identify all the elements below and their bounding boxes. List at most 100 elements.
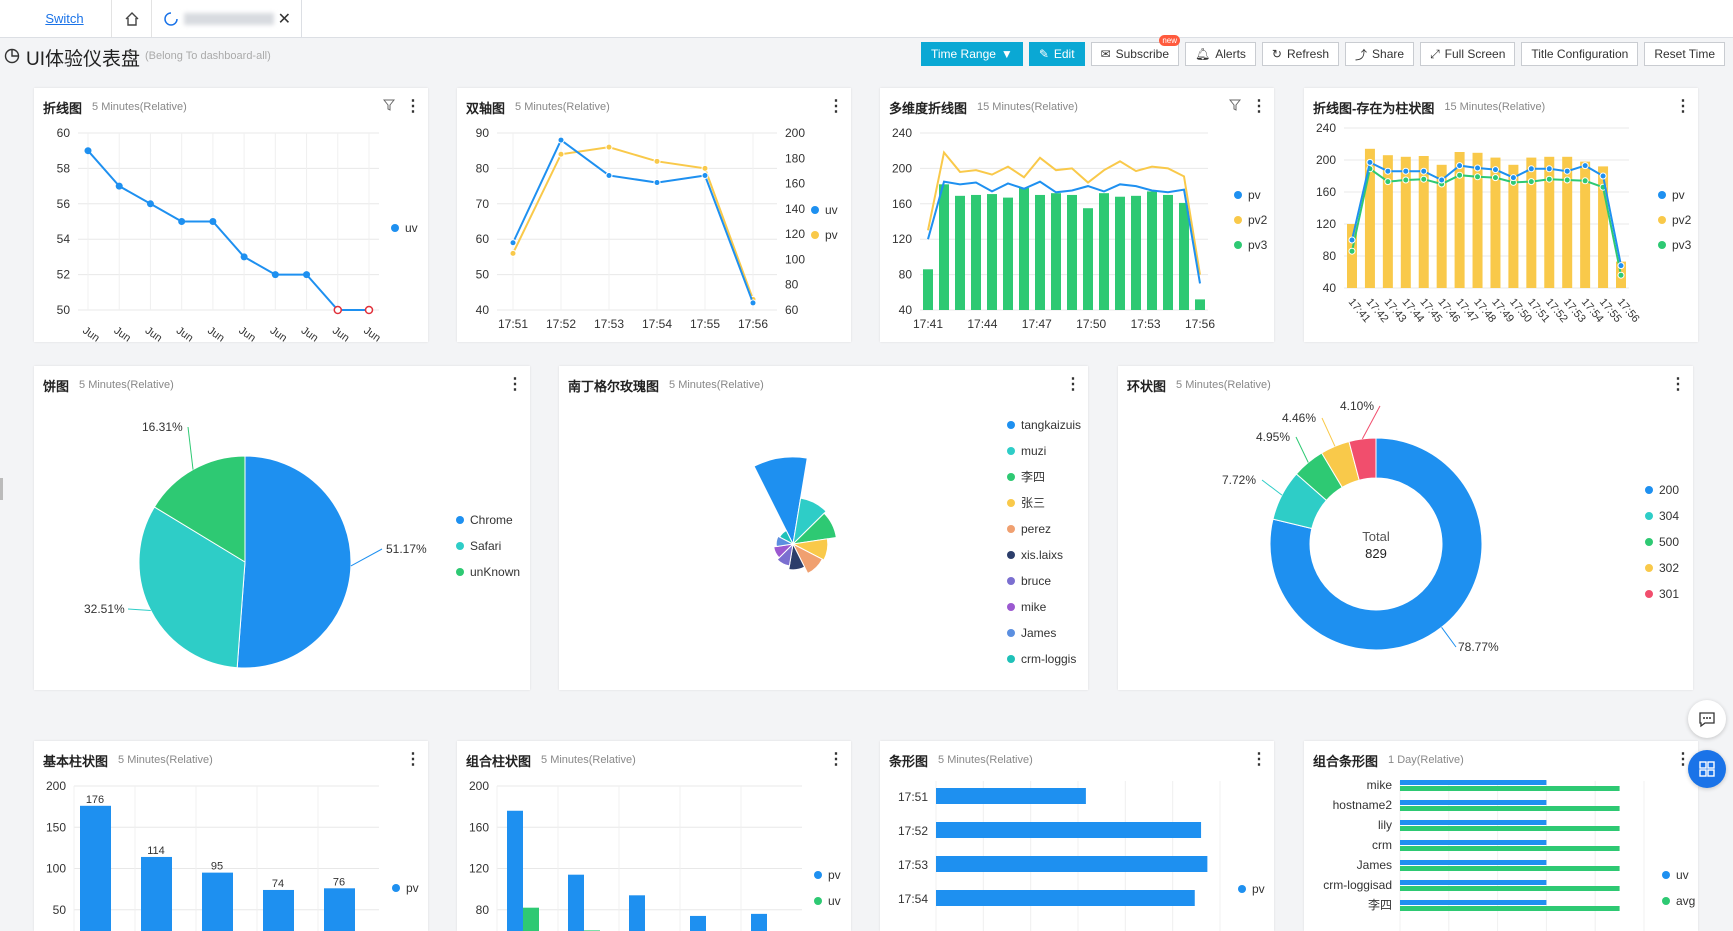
title-configuration-button[interactable]: Title Configuration xyxy=(1521,42,1639,66)
slice-value-label: 78.77% xyxy=(1458,640,1499,654)
more-menu-icon[interactable]: ⋮ xyxy=(828,99,844,115)
more-menu-icon[interactable]: ⋮ xyxy=(507,377,523,393)
more-menu-icon[interactable]: ⋮ xyxy=(405,752,421,768)
point-pv xyxy=(1509,174,1517,182)
more-menu-icon[interactable]: ⋮ xyxy=(1251,99,1267,115)
more-menu-icon[interactable]: ⋮ xyxy=(405,99,421,115)
y-tick-label: 240 xyxy=(1316,121,1336,135)
close-tab-icon[interactable]: ✕ xyxy=(278,9,291,29)
legend-label: xis.laixs xyxy=(1021,548,1063,562)
label-leader-line xyxy=(350,548,383,567)
multi-line-chart: 240 200 160 120 80 4017:41 17:44 17:47 17:50 17:5… xyxy=(892,126,1268,331)
alerts-button[interactable]: 🔔︎ Alerts xyxy=(1185,42,1256,66)
legend-label: 李四 xyxy=(1021,469,1045,484)
legend-label: uv xyxy=(1676,868,1689,882)
grid-icon xyxy=(1699,761,1715,777)
refresh-button[interactable]: ↻ Refresh xyxy=(1261,42,1340,66)
pie-slice xyxy=(236,455,352,669)
x-tick-label: 17:54 xyxy=(1579,296,1606,325)
series-line-uv xyxy=(512,138,754,304)
point-uv xyxy=(653,179,661,187)
legend-label: pv2 xyxy=(1672,213,1692,227)
time-range-button[interactable]: Time Range ▼ xyxy=(921,42,1023,66)
card-multi-line-chart: 多维度折线图 15 Minutes(Relative) ⋮ 240 200 160 12… xyxy=(880,88,1274,342)
label-leader-line xyxy=(187,426,194,470)
full-screen-button[interactable]: ⤢ Full Screen xyxy=(1420,42,1516,66)
x-tick-label: Jun xyxy=(268,325,289,342)
x-tick-label: 17:56 xyxy=(1185,317,1215,331)
feedback-button[interactable] xyxy=(1688,700,1726,738)
point-uv xyxy=(240,253,248,261)
point-pv3 xyxy=(1581,177,1589,185)
x-tick-label: 17:51 xyxy=(498,317,528,331)
bar-pv2 xyxy=(1382,155,1393,288)
y2-tick-label: 180 xyxy=(785,151,805,165)
more-menu-icon[interactable]: ⋮ xyxy=(1675,99,1691,115)
bar-pv3 xyxy=(987,194,997,310)
rose-slice xyxy=(791,542,823,575)
reset-time-button[interactable]: Reset Time xyxy=(1644,42,1725,66)
legend-label: James xyxy=(1021,626,1056,640)
switch-tab[interactable]: Switch xyxy=(0,0,112,37)
more-menu-icon[interactable]: ⋮ xyxy=(1251,752,1267,768)
rose-slice xyxy=(775,535,795,548)
active-dashboard-tab[interactable]: ✕ xyxy=(152,0,302,37)
bar-pv3 xyxy=(1019,187,1029,310)
more-menu-icon[interactable]: ⋮ xyxy=(1670,377,1686,393)
bar-pv2 xyxy=(1616,261,1626,288)
side-panel-handle[interactable] xyxy=(0,478,3,500)
reset-time-label: Reset Time xyxy=(1654,47,1715,61)
legend-dot xyxy=(391,224,399,232)
bar-pv3 xyxy=(923,269,933,310)
series-line-uv xyxy=(87,150,369,311)
legend-dot xyxy=(1007,447,1015,455)
point-uv xyxy=(605,171,613,179)
card-range: 5 Minutes(Relative) xyxy=(938,754,1033,766)
x-tick-label: 17:47 xyxy=(1022,317,1052,331)
bar-pv3 xyxy=(1003,197,1013,310)
x-tick-label: 17:46 xyxy=(1435,296,1462,325)
x-tick-label: Jun xyxy=(299,325,320,342)
bar-uv xyxy=(1400,820,1547,825)
y-tick-label: 80 xyxy=(899,268,913,282)
slice-value-label: 4.10% xyxy=(1340,399,1374,413)
widgets-button[interactable] xyxy=(1688,750,1726,788)
more-menu-icon[interactable]: ⋮ xyxy=(1065,377,1081,393)
y-tick-label: 17:51 xyxy=(898,790,928,804)
legend-label: 200 xyxy=(1659,483,1679,497)
point-pv3 xyxy=(1545,175,1553,183)
legend-dot xyxy=(1007,421,1015,429)
share-button[interactable]: ⤴ Share xyxy=(1345,42,1415,66)
card-title: 折线图 xyxy=(43,100,83,116)
point-pv xyxy=(749,295,757,303)
bar-pv3 xyxy=(939,184,949,310)
subscribe-button[interactable]: ✉ Subscribe new xyxy=(1090,35,1180,66)
legend-dot xyxy=(1234,241,1242,249)
more-menu-icon[interactable]: ⋮ xyxy=(828,752,844,768)
filter-icon[interactable] xyxy=(1228,98,1242,116)
bar-pv3 xyxy=(1147,191,1157,310)
y-tick-label: 70 xyxy=(476,197,490,211)
legend-dot xyxy=(1645,512,1653,520)
switch-link[interactable]: Switch xyxy=(45,11,83,26)
y2-tick-label: 200 xyxy=(785,126,805,140)
x-tick-label: 17:53 xyxy=(1131,317,1161,331)
x-tick-label: 17:41 xyxy=(913,317,943,331)
x-tick-label: Jun xyxy=(205,325,226,342)
legend-label: crm-loggis xyxy=(1021,652,1076,666)
home-tab[interactable] xyxy=(112,0,152,37)
slice-value-label: 4.46% xyxy=(1282,411,1316,425)
label-leader-line xyxy=(1361,405,1381,440)
refresh-icon: ↻ xyxy=(1271,47,1282,61)
legend-label: pv2 xyxy=(1248,213,1268,227)
x-tick-label: 17:45 xyxy=(1417,296,1444,325)
legend-label: perez xyxy=(1021,522,1051,536)
edit-button[interactable]: ✎ Edit xyxy=(1028,42,1085,66)
y-tick-label: 17:54 xyxy=(898,892,928,906)
title-configuration-label: Title Configuration xyxy=(1531,47,1629,61)
bar-pv2 xyxy=(1454,152,1465,288)
filter-icon[interactable] xyxy=(382,98,396,116)
y-tick-label: crm xyxy=(1372,838,1392,852)
card-title: 多维度折线图 xyxy=(889,100,968,116)
y-tick-label: 58 xyxy=(57,161,71,175)
